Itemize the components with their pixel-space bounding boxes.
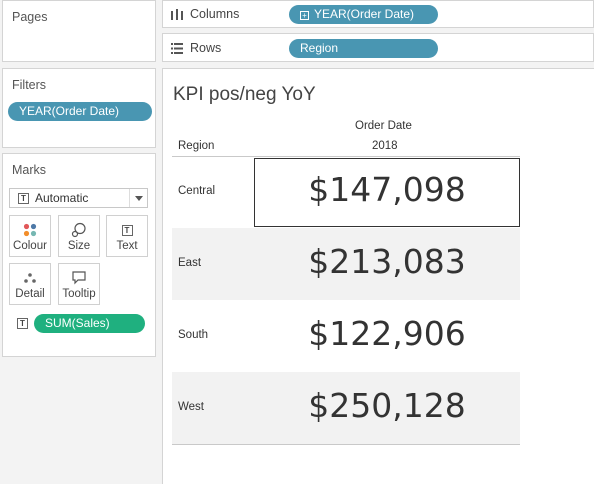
- detail-icon: [10, 270, 50, 286]
- table-row[interactable]: West $250,128: [172, 372, 520, 444]
- row-region-label: East: [178, 257, 202, 269]
- text-icon: T: [107, 222, 147, 238]
- row-sales-value[interactable]: $122,906: [254, 314, 520, 353]
- columns-label-text: Columns: [190, 7, 240, 21]
- table-row[interactable]: South $122,906: [172, 300, 520, 372]
- chevron-down-icon[interactable]: [129, 189, 147, 207]
- filters-title: Filters: [12, 78, 47, 92]
- marks-title: Marks: [12, 163, 47, 177]
- pages-card[interactable]: Pages: [2, 0, 156, 62]
- tooltip-button[interactable]: Tooltip: [58, 263, 100, 305]
- row-sales-value[interactable]: $213,083: [254, 242, 520, 281]
- filter-pill-year-order-date[interactable]: YEAR(Order Date): [8, 102, 152, 121]
- columns-shelf[interactable]: Columns + YEAR(Order Date): [162, 0, 594, 28]
- expand-plus-icon[interactable]: +: [300, 11, 309, 20]
- size-icon: [59, 222, 99, 238]
- rows-shelf[interactable]: Rows Region: [162, 33, 594, 62]
- filters-card[interactable]: Filters YEAR(Order Date): [2, 68, 156, 148]
- table-row[interactable]: East $213,083: [172, 228, 520, 300]
- detail-button[interactable]: Detail: [9, 263, 51, 305]
- rows-label-text: Rows: [190, 41, 222, 55]
- columns-icon: [171, 8, 183, 20]
- tooltip-label: Tooltip: [62, 288, 96, 300]
- row-region-label: South: [178, 329, 209, 341]
- colour-label: Colour: [13, 240, 47, 252]
- colour-icon: [10, 222, 50, 238]
- column-header-field: Order Date: [355, 120, 412, 132]
- view-title: KPI pos/neg YoY: [173, 84, 316, 105]
- mark-type-value: Automatic: [35, 191, 89, 205]
- colour-button[interactable]: Colour: [9, 215, 51, 257]
- rows-pill-region[interactable]: Region: [289, 39, 438, 58]
- text-encoding-icon: T: [17, 318, 28, 329]
- text-mark-icon: T: [18, 192, 29, 204]
- text-label: Text: [116, 240, 138, 252]
- text-pill-sum-sales[interactable]: SUM(Sales): [34, 314, 145, 333]
- size-button[interactable]: Size: [58, 215, 100, 257]
- columns-pill-year-order-date[interactable]: + YEAR(Order Date): [289, 5, 438, 24]
- selected-cell-outline: [254, 158, 520, 227]
- pages-title: Pages: [12, 10, 48, 24]
- row-region-label: West: [178, 401, 204, 413]
- table-bottom-border: [172, 444, 520, 445]
- row-region-label: Central: [178, 185, 216, 197]
- column-header-value[interactable]: 2018: [372, 140, 398, 152]
- row-header-field[interactable]: Region: [178, 140, 214, 152]
- text-button[interactable]: T Text: [106, 215, 148, 257]
- rows-label: Rows: [171, 41, 221, 55]
- columns-pill-label: YEAR(Order Date): [314, 7, 415, 21]
- tableau-workspace: Pages Columns + YEAR(Order Date) Rows Reg…: [0, 0, 594, 484]
- detail-label: Detail: [15, 288, 45, 300]
- row-sales-value[interactable]: $250,128: [254, 386, 520, 425]
- mark-type-dropdown[interactable]: T Automatic: [9, 188, 148, 208]
- tooltip-icon: [59, 270, 99, 286]
- columns-label: Columns: [171, 7, 239, 21]
- size-label: Size: [67, 240, 91, 252]
- rows-icon: [171, 42, 183, 54]
